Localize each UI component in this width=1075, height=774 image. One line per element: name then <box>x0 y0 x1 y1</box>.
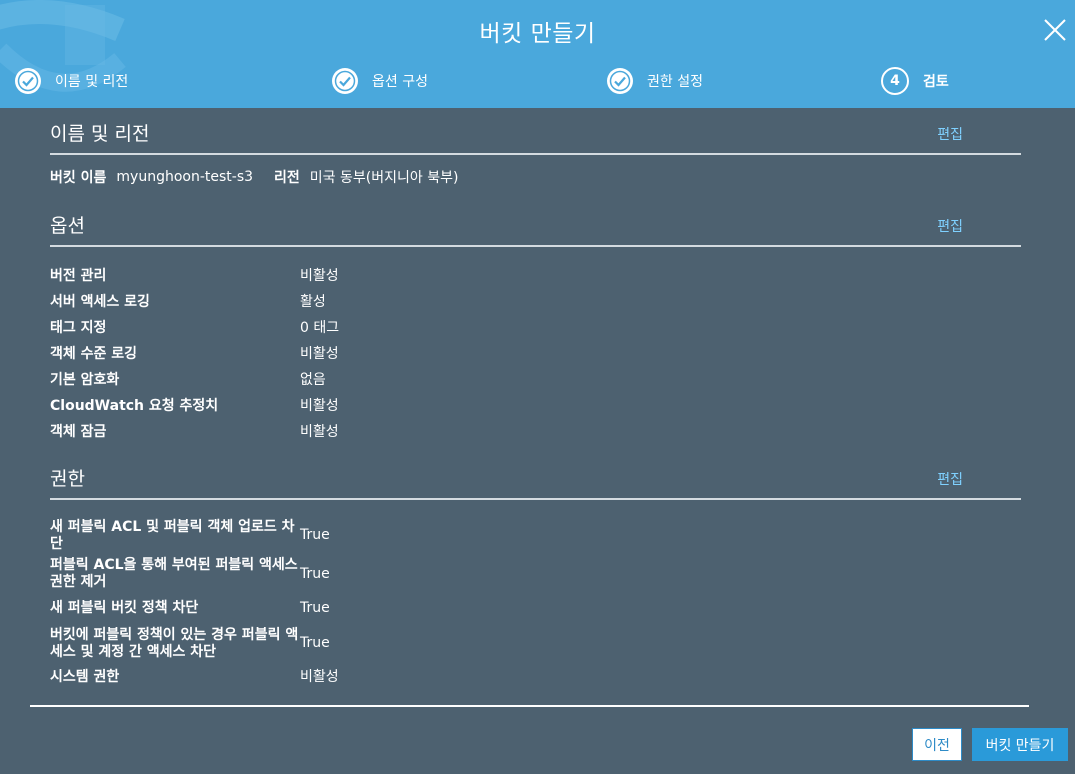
region-value: 미국 동부(버지니아 북부) <box>309 170 459 186</box>
permission-value: True <box>300 527 330 543</box>
permission-key: 시스템 권한 <box>50 668 120 685</box>
section-title: 권한 <box>50 468 85 490</box>
permission-value: 비활성 <box>300 668 339 685</box>
dialog-title: 버킷 만들기 <box>479 21 596 47</box>
permission-value: True <box>300 565 330 582</box>
section-title: 이름 및 리전 <box>50 123 150 145</box>
option-row: 기본 암호화 없음 <box>50 367 1021 393</box>
bucket-name-value: myunghoon-test-s3 <box>116 169 254 185</box>
step-name-region[interactable]: 이름 및 리전 <box>15 67 128 95</box>
footer-divider <box>30 705 1029 707</box>
permissions-list: 새 퍼블릭 ACL 및 퍼블릭 객체 업로드 차단 True 퍼블릭 ACL을 … <box>50 517 1021 692</box>
option-row: 버전 관리 비활성 <box>50 263 1021 289</box>
step-label: 권한 설정 <box>647 74 703 90</box>
section-header-name-region: 이름 및 리전 편집 <box>50 108 1021 155</box>
permission-key: 버킷에 퍼블릭 정책이 있는 경우 퍼블릭 액세스 및 계정 간 액세스 차단 <box>50 626 299 660</box>
previous-button[interactable]: 이전 <box>912 728 962 761</box>
permission-value: True <box>300 635 330 651</box>
dialog-header: 버킷 만들기 이름 및 리전 옵션 구성 권한 설정 4 검토 <box>0 0 1075 108</box>
permission-key: 새 퍼블릭 ACL 및 퍼블릭 객체 업로드 차단 <box>50 518 295 552</box>
edit-name-region-link[interactable]: 편집 <box>937 124 963 144</box>
region-label: 리전 <box>274 170 300 186</box>
step-review[interactable]: 4 검토 <box>881 67 949 95</box>
bucket-name-label: 버킷 이름 <box>50 170 107 186</box>
option-row: 태그 지정 0 태그 <box>50 315 1021 341</box>
section-title: 옵션 <box>50 215 85 237</box>
option-row: 객체 수준 로깅 비활성 <box>50 341 1021 367</box>
section-header-permissions: 권한 편집 <box>50 453 1021 500</box>
step-number-circle: 4 <box>881 67 909 95</box>
check-icon <box>332 68 358 94</box>
option-value: 비활성 <box>300 345 339 362</box>
options-list: 버전 관리 비활성 서버 액세스 로깅 활성 태그 지정 0 태그 객체 수준 … <box>50 263 1021 445</box>
edit-permissions-link[interactable]: 편집 <box>937 469 963 489</box>
step-label: 검토 <box>923 74 949 90</box>
permission-key: 새 퍼블릭 버킷 정책 차단 <box>50 599 199 616</box>
close-icon <box>1044 19 1066 41</box>
edit-options-link[interactable]: 편집 <box>937 216 963 236</box>
option-row: 객체 잠금 비활성 <box>50 419 1021 445</box>
bucket-name-region-row: 버킷 이름 myunghoon-test-s3 리전 미국 동부(버지니아 북부… <box>50 165 1021 189</box>
step-options[interactable]: 옵션 구성 <box>332 67 428 95</box>
option-key: 객체 수준 로깅 <box>50 345 138 362</box>
option-row: 서버 액세스 로깅 활성 <box>50 289 1021 315</box>
option-key: CloudWatch 요청 추정치 <box>50 397 219 414</box>
option-key: 서버 액세스 로깅 <box>50 293 150 310</box>
option-key: 객체 잠금 <box>50 423 107 440</box>
step-permissions[interactable]: 권한 설정 <box>607 67 703 95</box>
close-button[interactable] <box>1041 16 1069 44</box>
permission-row: 시스템 권한 비활성 <box>50 662 1021 692</box>
check-icon <box>607 68 633 94</box>
permission-row: 새 퍼블릭 버킷 정책 차단 True <box>50 591 1021 625</box>
permission-row: 새 퍼블릭 ACL 및 퍼블릭 객체 업로드 차단 True <box>50 517 1021 554</box>
option-value: 0 태그 <box>300 319 340 336</box>
permission-row: 퍼블릭 ACL을 통해 부여된 퍼블릭 액세스 권한 제거 True <box>50 557 1021 591</box>
permission-row: 버킷에 퍼블릭 정책이 있는 경우 퍼블릭 액세스 및 계정 간 액세스 차단 … <box>50 625 1021 662</box>
step-label: 이름 및 리전 <box>55 74 129 90</box>
option-key: 버전 관리 <box>50 267 107 284</box>
option-value: 비활성 <box>300 267 339 284</box>
permission-key: 퍼블릭 ACL을 통해 부여된 퍼블릭 액세스 권한 제거 <box>50 557 298 590</box>
create-bucket-button[interactable]: 버킷 만들기 <box>972 728 1068 761</box>
step-label: 옵션 구성 <box>372 74 428 90</box>
section-header-options: 옵션 편집 <box>50 200 1021 247</box>
option-value: 비활성 <box>300 423 339 440</box>
permission-value: True <box>300 599 330 616</box>
option-key: 태그 지정 <box>50 319 107 336</box>
option-value: 활성 <box>300 293 326 310</box>
option-value: 비활성 <box>300 397 339 414</box>
step-number: 4 <box>890 73 900 89</box>
option-row: CloudWatch 요청 추정치 비활성 <box>50 393 1021 419</box>
option-value: 없음 <box>300 371 326 388</box>
check-icon <box>15 68 41 94</box>
review-content: 이름 및 리전 편집 버킷 이름 myunghoon-test-s3 리전 미국… <box>50 108 1021 692</box>
option-key: 기본 암호화 <box>50 371 120 388</box>
